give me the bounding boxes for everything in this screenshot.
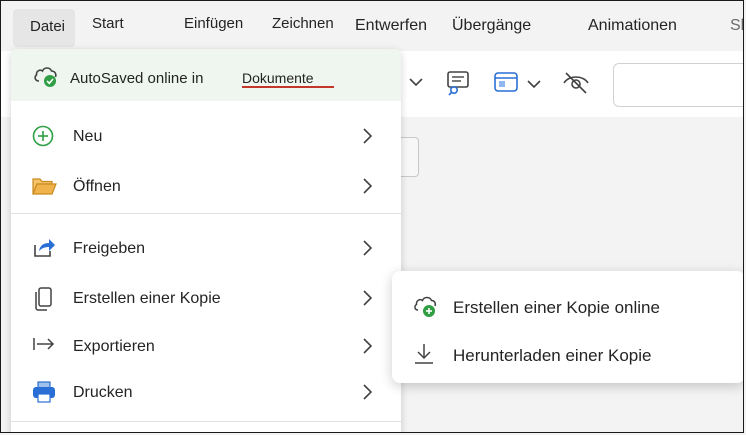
menu-item-label: Freigeben	[73, 240, 146, 257]
location-underline	[242, 86, 334, 88]
copy-submenu: Erstellen einer Kopie online Herunterlad…	[392, 271, 743, 383]
menu-item-oeffnen[interactable]: Öffnen	[11, 165, 401, 209]
submenu-item-label: Erstellen einer Kopie online	[453, 298, 660, 317]
tab-animationen[interactable]: Animationen	[588, 17, 677, 35]
comment-search-icon[interactable]	[445, 68, 473, 98]
ribbon-tabs: Datei Start Einfügen Zeichnen Entwerfen …	[1, 1, 743, 51]
menu-item-label: Drucken	[73, 384, 133, 401]
menu-item-exportieren[interactable]: Exportieren	[11, 325, 401, 369]
menu-divider	[11, 421, 401, 422]
submenu-item-download[interactable]: Herunterladen einer Kopie	[392, 333, 743, 377]
menu-item-label: Erstellen einer Kopie	[73, 290, 221, 307]
cloud-check-icon	[34, 67, 57, 87]
copy-icon	[35, 287, 52, 311]
menu-item-label: Neu	[73, 128, 103, 145]
chevron-right-icon	[363, 178, 373, 194]
chevron-right-icon	[363, 338, 373, 354]
tab-slideshow-partial[interactable]: Sl	[730, 17, 743, 35]
tab-entwerfen[interactable]: Entwerfen	[355, 17, 427, 35]
autosave-location-link[interactable]: Dokumente	[242, 70, 314, 86]
hide-eye-icon[interactable]	[561, 68, 591, 98]
tab-einfuegen[interactable]: Einfügen	[184, 15, 243, 32]
chevron-right-icon	[363, 290, 373, 306]
menu-divider	[11, 213, 401, 214]
chevron-right-icon	[363, 240, 373, 256]
menu-item-label: Exportieren	[73, 338, 155, 355]
menu-item-neu[interactable]: Neu	[11, 115, 401, 159]
printer-icon	[33, 381, 55, 403]
submenu-item-copy-online[interactable]: Erstellen einer Kopie online	[392, 285, 743, 329]
menu-item-drucken[interactable]: Drucken	[11, 371, 401, 415]
tab-datei[interactable]: Datei	[13, 9, 75, 47]
menu-item-label: Öffnen	[73, 178, 121, 195]
submenu-item-label: Herunterladen einer Kopie	[453, 346, 652, 365]
chevron-right-icon	[363, 128, 373, 144]
plus-circle-icon	[32, 125, 54, 147]
tab-start[interactable]: Start	[92, 15, 124, 32]
dropdown-partial-icon[interactable]	[397, 68, 427, 98]
menu-item-freigeben[interactable]: Freigeben	[11, 227, 401, 271]
chevron-down-icon[interactable]	[523, 68, 545, 98]
share-icon	[34, 239, 55, 257]
file-menu: AutoSaved online in Dokumente Neu Öffnen	[11, 49, 401, 432]
folder-open-icon	[32, 178, 57, 195]
autosave-banner: AutoSaved online in Dokumente	[11, 49, 401, 101]
tab-uebergaenge[interactable]: Übergänge	[452, 17, 531, 35]
download-icon	[415, 344, 433, 364]
autosave-text: AutoSaved online in	[70, 70, 204, 87]
tab-zeichnen[interactable]: Zeichnen	[272, 15, 334, 32]
cloud-add-icon	[414, 296, 437, 317]
layout-icon[interactable]	[493, 68, 523, 98]
app-window: Datei Start Einfügen Zeichnen Entwerfen …	[0, 0, 744, 433]
search-input[interactable]	[613, 63, 743, 107]
menu-item-kopie[interactable]: Erstellen einer Kopie	[11, 277, 401, 321]
chevron-right-icon	[363, 384, 373, 400]
export-arrow-icon	[33, 338, 55, 350]
